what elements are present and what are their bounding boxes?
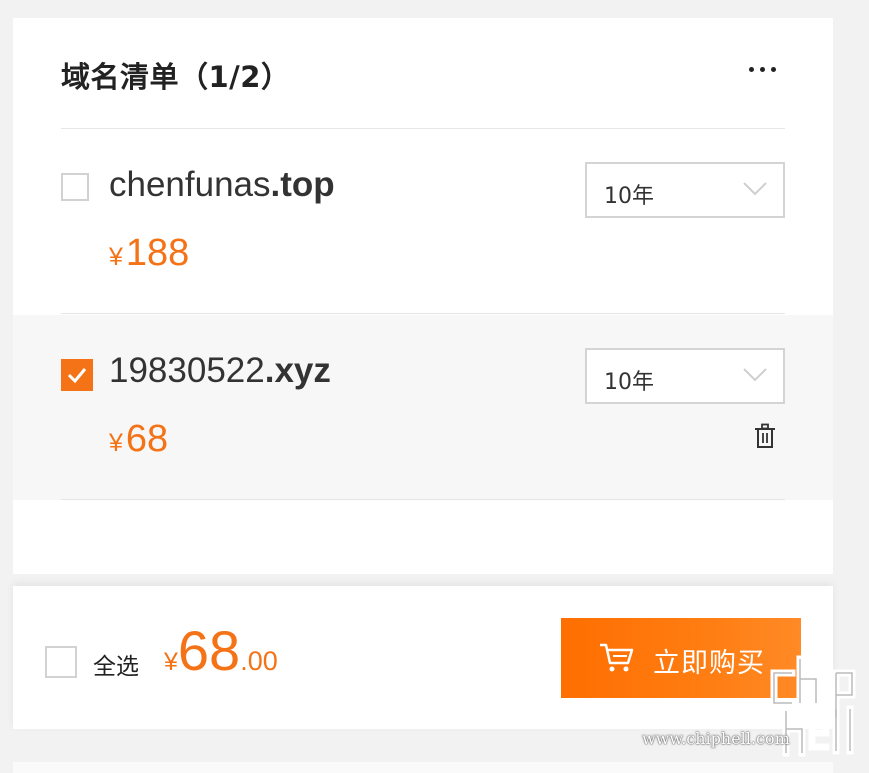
domain-tld: .xyz bbox=[264, 351, 331, 390]
currency-symbol: ¥ bbox=[109, 243, 123, 271]
buy-now-label: 立即购买 bbox=[653, 648, 765, 679]
total-price: ¥68.00 bbox=[164, 618, 278, 683]
chevron-down-icon bbox=[743, 368, 767, 382]
domain-name-2: 19830522.xyz bbox=[109, 351, 331, 391]
domain-price-2: ¥68 bbox=[109, 418, 168, 461]
more-options-icon[interactable] bbox=[749, 64, 777, 74]
period-value: 10年 bbox=[604, 184, 654, 209]
domain-name-1: chenfunas.top bbox=[109, 165, 335, 205]
currency-symbol: ¥ bbox=[109, 429, 123, 457]
period-value: 10年 bbox=[604, 370, 654, 395]
watermark-site: www.chiphell.com bbox=[642, 729, 790, 748]
chevron-down-icon bbox=[743, 182, 767, 196]
domain-row-2: 19830522.xyz ¥68 10年 bbox=[13, 315, 833, 500]
trash-icon[interactable] bbox=[753, 423, 777, 449]
domain-label: 19830522 bbox=[109, 351, 265, 390]
next-section-edge bbox=[13, 762, 833, 773]
domain-row-1: chenfunas.top ¥188 10年 bbox=[13, 129, 833, 314]
domain-checkbox-2[interactable] bbox=[61, 359, 93, 391]
currency-symbol: ¥ bbox=[164, 648, 178, 676]
checkmark-icon bbox=[67, 368, 87, 384]
list-header: 域名清单（1/2） bbox=[61, 18, 785, 129]
domain-tld: .top bbox=[270, 165, 335, 204]
buy-now-button[interactable]: 立即购买 bbox=[561, 618, 801, 698]
price-amount: 68 bbox=[125, 418, 169, 460]
page-title: 域名清单（1/2） bbox=[61, 60, 291, 94]
cart-icon bbox=[600, 643, 634, 672]
total-integer: 68 bbox=[177, 619, 241, 682]
period-select-2[interactable]: 10年 bbox=[585, 348, 785, 404]
row-divider bbox=[61, 313, 785, 314]
select-all-checkbox[interactable] bbox=[45, 646, 77, 678]
domain-price-1: ¥188 bbox=[109, 232, 189, 275]
domain-label: chenfunas bbox=[109, 165, 271, 204]
row-divider bbox=[61, 499, 785, 500]
select-all-label: 全选 bbox=[93, 654, 139, 680]
domain-list-panel: 域名清单（1/2） chenfunas.top ¥188 10年 1983052… bbox=[13, 18, 833, 574]
total-decimal: .00 bbox=[240, 646, 278, 676]
checkout-bar: 全选 ¥68.00 立即购买 bbox=[13, 586, 833, 729]
period-select-1[interactable]: 10年 bbox=[585, 162, 785, 218]
price-amount: 188 bbox=[125, 232, 190, 274]
domain-checkbox-1[interactable] bbox=[61, 173, 89, 201]
